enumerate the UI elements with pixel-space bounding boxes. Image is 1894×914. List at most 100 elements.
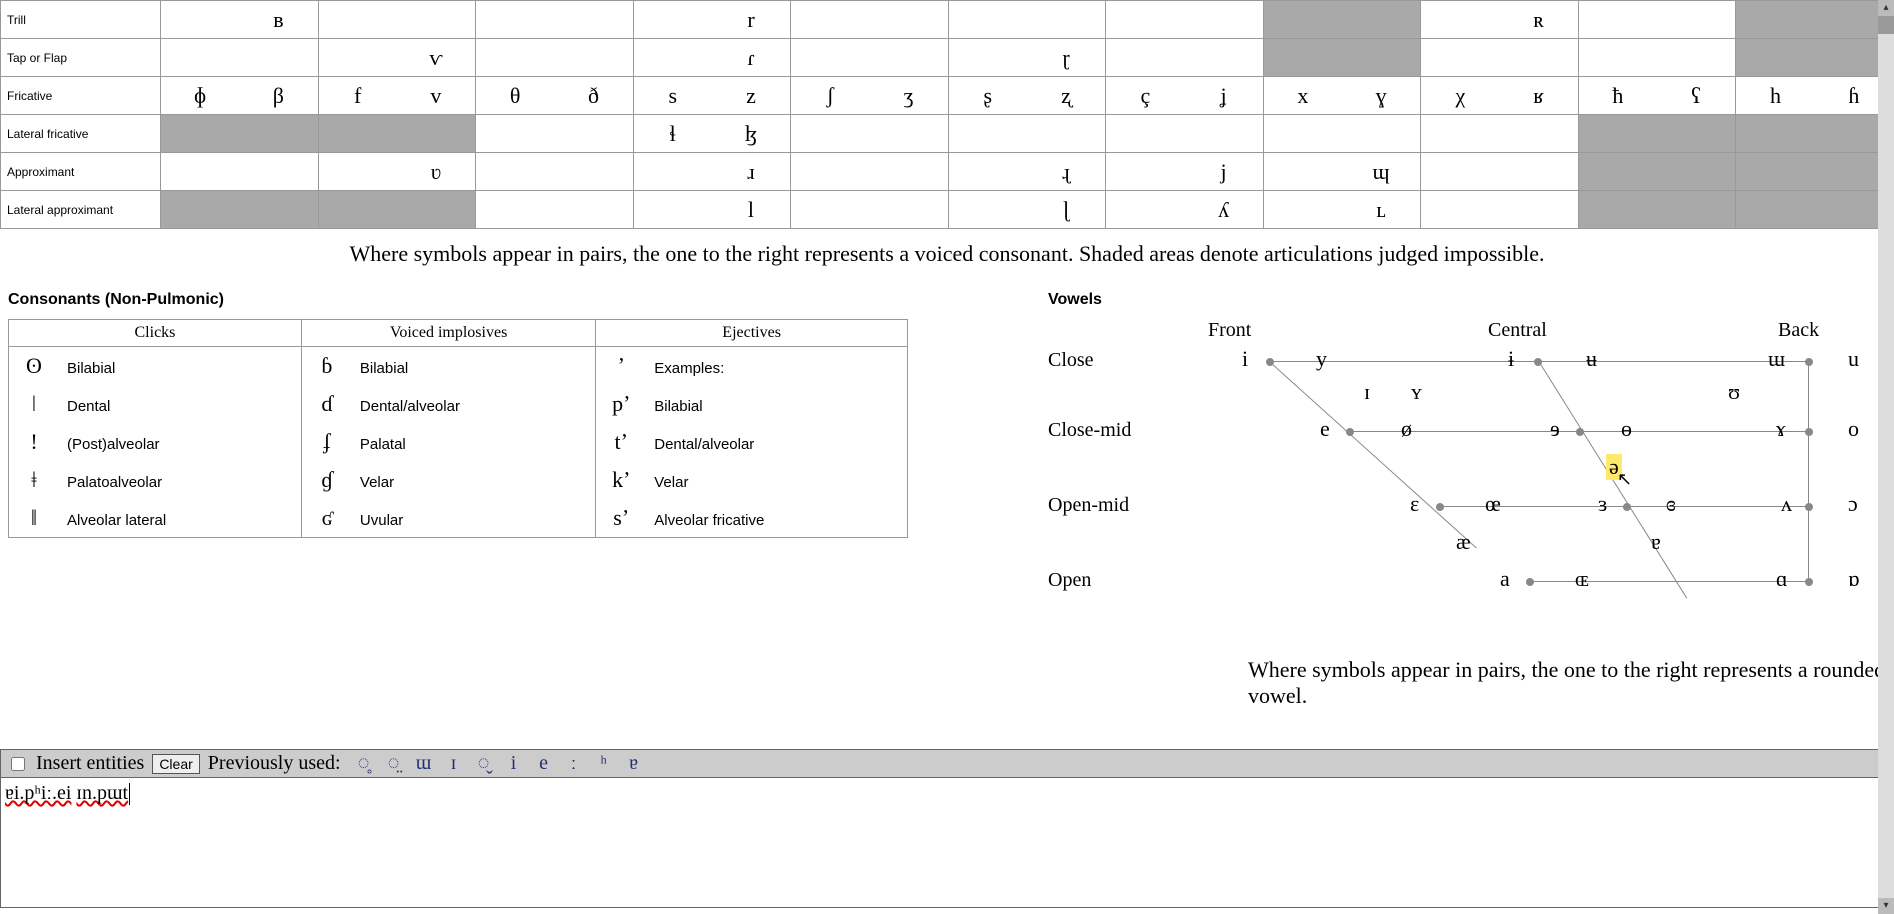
nonpulmonic-cell[interactable]: pʼBilabial	[596, 385, 908, 423]
vowel-i[interactable]: i	[1242, 346, 1248, 372]
consonant-cell[interactable]: ʂʐ	[948, 77, 1106, 115]
consonant-cell[interactable]	[1263, 115, 1421, 153]
previously-used-symbol[interactable]: ɯ	[409, 752, 439, 775]
consonant-cell[interactable]	[1421, 153, 1579, 191]
consonant-cell[interactable]: çʝ	[1106, 77, 1264, 115]
vowel-schwa[interactable]: ə	[1606, 454, 1622, 480]
consonant-cell[interactable]	[1578, 39, 1736, 77]
consonant-cell[interactable]	[318, 1, 476, 39]
vowel-reversed-e[interactable]: ɘ	[1550, 416, 1560, 442]
nonpulmonic-cell[interactable]: ʘBilabial	[9, 347, 302, 386]
consonant-cell[interactable]	[476, 191, 634, 229]
nonpulmonic-cell[interactable]: ǂPalatoalveolar	[9, 461, 302, 499]
previously-used-symbol[interactable]: ◌̥	[349, 752, 379, 775]
vowel-turned-m[interactable]: ɯ	[1768, 346, 1785, 372]
clear-button[interactable]: Clear	[152, 754, 199, 774]
vertical-scrollbar[interactable]: ▴ ▾	[1878, 0, 1894, 914]
vowel-barred-u[interactable]: ʉ	[1586, 346, 1597, 372]
consonant-cell[interactable]: ʙ	[161, 1, 319, 39]
vowel-small-cap-y[interactable]: ʏ	[1411, 379, 1422, 405]
vowel-barred-o[interactable]: ɵ	[1621, 416, 1632, 442]
vowel-closed-reversed-epsilon[interactable]: ɞ	[1666, 491, 1676, 517]
nonpulmonic-cell[interactable]: ɠVelar	[301, 461, 595, 499]
previously-used-symbol[interactable]: ɪ	[439, 752, 469, 775]
previously-used-symbol[interactable]: e	[529, 752, 559, 775]
consonant-cell[interactable]	[476, 115, 634, 153]
nonpulmonic-cell[interactable]: ɓBilabial	[301, 347, 595, 386]
nonpulmonic-cell[interactable]: ʼExamples:	[596, 347, 908, 386]
consonant-cell[interactable]: ⱱ	[318, 39, 476, 77]
consonant-cell[interactable]: sz	[633, 77, 791, 115]
consonant-cell[interactable]: j	[1106, 153, 1264, 191]
vowel-o[interactable]: o	[1848, 416, 1859, 442]
consonant-cell[interactable]: r	[633, 1, 791, 39]
nonpulmonic-cell[interactable]: ǃ(Post)alveolar	[9, 423, 302, 461]
nonpulmonic-cell[interactable]: ɗDental/alveolar	[301, 385, 595, 423]
consonant-cell[interactable]: ɻ	[948, 153, 1106, 191]
consonant-cell[interactable]: l	[633, 191, 791, 229]
previously-used-symbol[interactable]: ɐ	[619, 752, 649, 775]
vowel-e[interactable]: e	[1320, 416, 1330, 442]
consonant-cell[interactable]: ʃʒ	[791, 77, 949, 115]
consonant-cell[interactable]: ɰ	[1263, 153, 1421, 191]
previously-used-symbol[interactable]: ◌̤	[379, 752, 409, 775]
consonant-cell[interactable]: ɸβ	[161, 77, 319, 115]
vowel-turned-a[interactable]: ɐ	[1651, 529, 1661, 555]
consonant-cell[interactable]: χʁ	[1421, 77, 1579, 115]
consonant-cell[interactable]	[1106, 1, 1264, 39]
vowel-barred-i[interactable]: ɨ	[1508, 346, 1514, 372]
consonant-cell[interactable]: ɭ	[948, 191, 1106, 229]
vowel-o-slash[interactable]: ø	[1401, 416, 1412, 442]
consonant-cell[interactable]	[161, 153, 319, 191]
consonant-cell[interactable]: ɽ	[948, 39, 1106, 77]
consonant-cell[interactable]	[791, 191, 949, 229]
consonant-cell[interactable]	[791, 153, 949, 191]
consonant-cell[interactable]: ʟ	[1263, 191, 1421, 229]
consonant-cell[interactable]: xɣ	[1263, 77, 1421, 115]
consonant-cell[interactable]: ʀ	[1421, 1, 1579, 39]
consonant-cell[interactable]	[161, 39, 319, 77]
vowel-reversed-epsilon[interactable]: ɜ	[1598, 491, 1607, 517]
insert-entities-checkbox[interactable]	[11, 757, 25, 771]
vowel-OE[interactable]: ɶ	[1575, 566, 1589, 592]
consonant-cell[interactable]	[1106, 115, 1264, 153]
nonpulmonic-cell[interactable]: kʼVelar	[596, 461, 908, 499]
previously-used-symbol[interactable]: ʰ	[589, 752, 619, 775]
nonpulmonic-cell[interactable]: ʛUvular	[301, 499, 595, 538]
scrollbar-thumb[interactable]	[1878, 16, 1894, 34]
nonpulmonic-cell[interactable]: ǀDental	[9, 385, 302, 423]
consonant-cell[interactable]: fv	[318, 77, 476, 115]
scroll-down-arrow[interactable]: ▾	[1878, 898, 1894, 914]
consonant-cell[interactable]: θð	[476, 77, 634, 115]
previously-used-symbol[interactable]: ː	[559, 752, 589, 775]
vowel-rams-horn[interactable]: ɤ	[1776, 416, 1786, 442]
vowel-upsilon[interactable]: ʊ	[1728, 379, 1740, 405]
ipa-text-input[interactable]: ɐi.pʰiː.ei ɪn.pɯt	[0, 778, 1894, 908]
vowel-open-o[interactable]: ɔ	[1848, 491, 1858, 517]
consonant-cell[interactable]: ɬɮ	[633, 115, 791, 153]
vowel-small-cap-i[interactable]: ɪ	[1364, 379, 1370, 405]
consonant-cell[interactable]	[476, 39, 634, 77]
consonant-cell[interactable]	[791, 115, 949, 153]
consonant-cell[interactable]	[1106, 39, 1264, 77]
consonant-cell[interactable]	[1421, 115, 1579, 153]
consonant-cell[interactable]: ħʕ	[1578, 77, 1736, 115]
consonant-cell[interactable]	[1421, 191, 1579, 229]
vowel-a[interactable]: a	[1500, 566, 1510, 592]
previously-used-symbol[interactable]: i	[499, 752, 529, 775]
vowel-u[interactable]: u	[1848, 346, 1859, 372]
consonant-cell[interactable]	[791, 39, 949, 77]
vowel-turned-script-a[interactable]: ɒ	[1848, 566, 1860, 592]
consonant-cell[interactable]	[948, 115, 1106, 153]
previously-used-symbol[interactable]: ◌̬	[469, 752, 499, 775]
consonant-cell[interactable]: ʎ	[1106, 191, 1264, 229]
vowel-epsilon[interactable]: ɛ	[1410, 491, 1419, 517]
vowel-turned-v[interactable]: ʌ	[1781, 491, 1792, 517]
consonant-cell[interactable]	[476, 1, 634, 39]
nonpulmonic-cell[interactable]: tʼDental/alveolar	[596, 423, 908, 461]
consonant-cell[interactable]: hɦ	[1736, 77, 1894, 115]
nonpulmonic-cell[interactable]: ʄPalatal	[301, 423, 595, 461]
nonpulmonic-cell[interactable]: ǁAlveolar lateral	[9, 499, 302, 538]
vowel-y[interactable]: y	[1316, 346, 1327, 372]
vowel-ae[interactable]: æ	[1456, 529, 1471, 555]
